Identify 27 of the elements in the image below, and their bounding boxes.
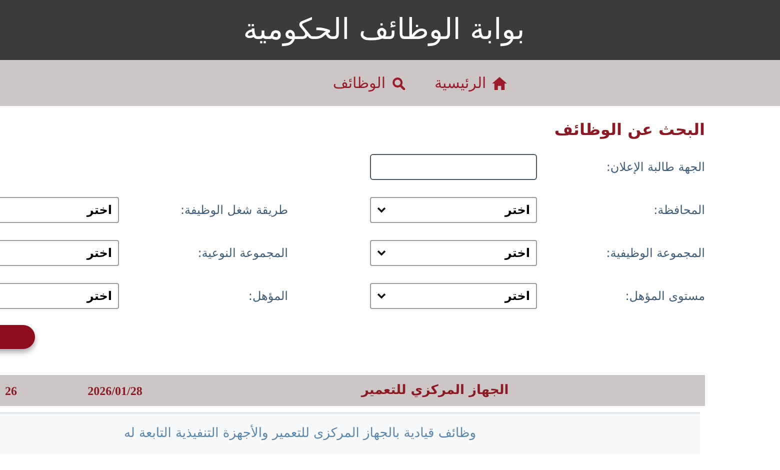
section-heading: البحث عن الوظائف [553,119,705,141]
dropdown-field[interactable]: اختر [370,240,537,266]
dropdown-field[interactable]: اختر [370,283,537,309]
field-label: طريقة شغل الوظيفة: [180,202,288,219]
nav-link[interactable]: الرئيسية [434,72,508,94]
field-label: مستوى المؤهل: [625,288,705,305]
nav-link[interactable]: الوظائف [332,72,405,94]
home-icon [492,76,508,90]
dropdown-field[interactable]: اختر [0,197,119,223]
search-icon [392,76,405,90]
field-label: المحافظة: [654,202,705,219]
dropdown-field[interactable]: اختر [0,283,119,309]
dropdown-field[interactable]: اختر [370,197,537,223]
input-field[interactable] [370,154,537,180]
result-date: 2026/01/28 [88,382,142,400]
result-title[interactable]: الجهاز المركزي للتعمير [361,380,509,400]
field-label: المجموعة النوعية: [198,245,288,262]
chevron-down-icon [377,293,386,299]
site-title: بوابة الوظائف الحكومية [243,11,526,48]
chevron-down-icon [377,207,386,213]
field-label: المجموعة الوظيفية: [606,245,705,262]
field-label: المؤهل: [248,288,288,305]
result-date: 26 [5,382,17,400]
result-description: وظائف قيادية بالجهاز المركزى للتعمير والأجهزة التنفيذية التابعة له [124,424,476,444]
dropdown-field[interactable]: اختر [0,240,119,266]
field-label: الجهة طالبة الإعلان: [606,159,705,176]
chevron-down-icon [377,250,386,256]
